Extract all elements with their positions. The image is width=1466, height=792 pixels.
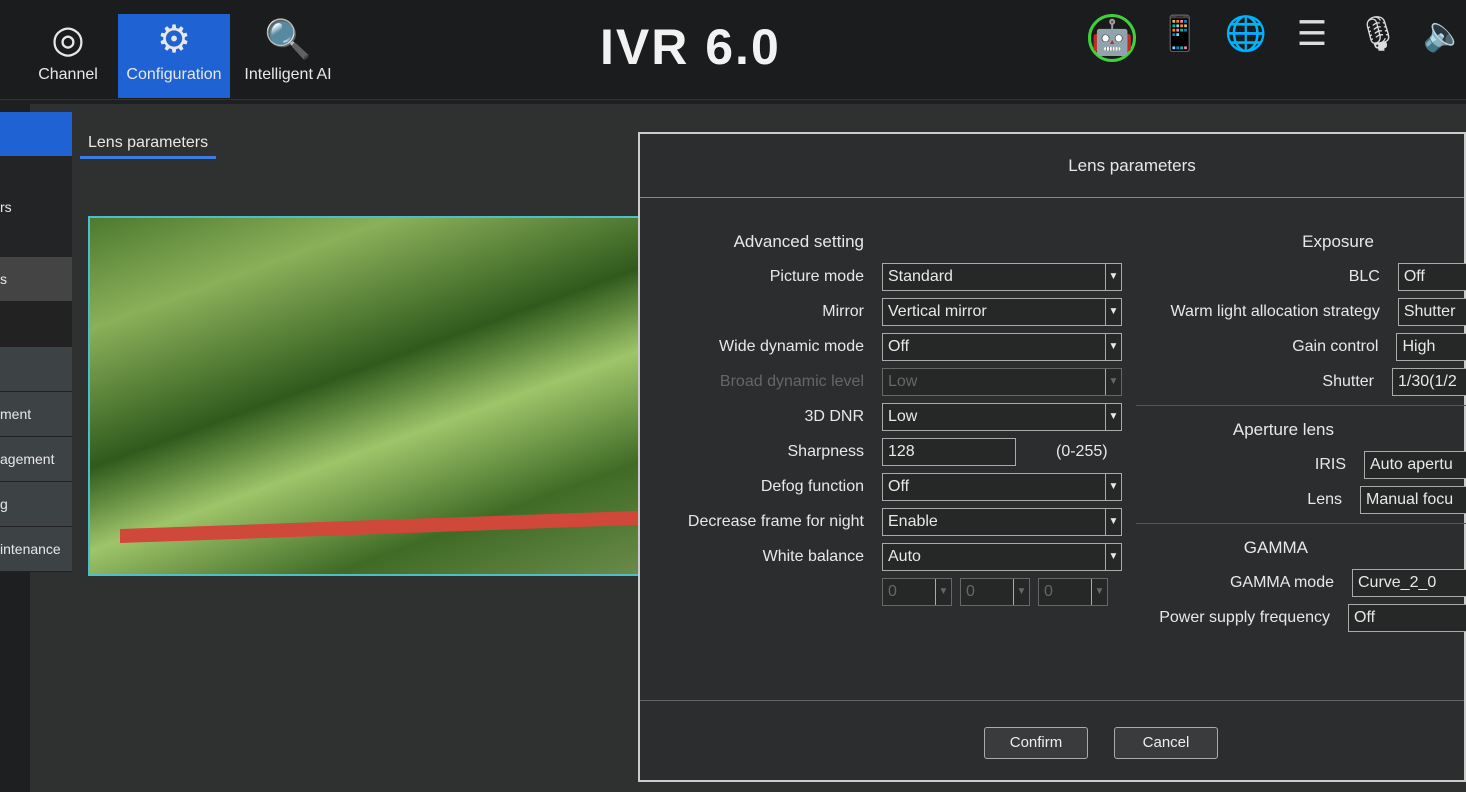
label: Shutter xyxy=(1322,372,1374,390)
sidebar-item[interactable]: ment xyxy=(0,392,72,437)
sidebar-item[interactable] xyxy=(0,112,72,157)
sidebar-item[interactable]: intenance xyxy=(0,527,72,572)
defog-select[interactable]: Off ▼ xyxy=(882,472,1122,501)
sidebar-item[interactable]: s xyxy=(0,257,72,302)
sliders-icon[interactable]: ☰ xyxy=(1290,14,1334,62)
chevron-down-icon: ▼ xyxy=(1105,298,1121,325)
chevron-down-icon: ▼ xyxy=(1013,578,1029,605)
3d-dnr-select[interactable]: Low ▼ xyxy=(882,402,1122,431)
chevron-down-icon: ▼ xyxy=(1105,473,1121,500)
tab-lens-parameters[interactable]: Lens parameters xyxy=(80,130,217,159)
value: Low xyxy=(888,407,918,425)
app-title: IVR 6.0 xyxy=(600,19,781,75)
chevron-down-icon: ▼ xyxy=(1105,543,1121,570)
sharpness-input[interactable]: 128 xyxy=(882,437,1016,466)
speaker-icon[interactable]: 🔈 xyxy=(1422,14,1466,62)
picture-mode-select[interactable]: Standard ▼ xyxy=(882,262,1122,291)
sidebar: rs s ment agement g intenance xyxy=(0,112,72,572)
value: 0 xyxy=(966,582,975,600)
section-aperture: Aperture lens xyxy=(1232,419,1334,439)
camera-add-icon: ◎ xyxy=(51,19,85,61)
label: Mirror xyxy=(822,302,864,320)
sidebar-item[interactable] xyxy=(0,347,72,392)
broad-dynamic-level-select: Low ▼ xyxy=(882,367,1122,396)
wb-red-select: 0 ▼ xyxy=(882,577,952,606)
dialog-title: Lens parameters xyxy=(640,134,1464,198)
android-icon[interactable]: 🤖 xyxy=(1088,14,1136,62)
dialog-footer: Confirm Cancel xyxy=(640,700,1464,780)
decrease-frame-night-select[interactable]: Enable ▼ xyxy=(882,507,1122,536)
value: 0 xyxy=(888,582,897,600)
section-exposure: Exposure xyxy=(1302,231,1374,251)
chevron-down-icon: ▼ xyxy=(1105,368,1121,395)
label: Wide dynamic mode xyxy=(719,337,864,355)
section-advanced: Advanced setting xyxy=(733,231,864,251)
wb-blue-select: 0 ▼ xyxy=(1038,577,1108,606)
white-balance-select[interactable]: Auto ▼ xyxy=(882,542,1122,571)
label: 3D DNR xyxy=(804,407,864,425)
nav-channel[interactable]: ◎ Channel xyxy=(12,14,124,98)
value: Low xyxy=(888,372,918,390)
sidebar-item[interactable]: g xyxy=(0,482,72,527)
value: Off xyxy=(888,477,910,495)
sharpness-range: (0-255) xyxy=(1056,442,1108,460)
label: GAMMA mode xyxy=(1229,573,1334,591)
sidebar-item[interactable]: agement xyxy=(0,437,72,482)
shutter-select[interactable]: 1/30(1/2 xyxy=(1392,367,1466,396)
chevron-down-icon: ▼ xyxy=(1105,508,1121,535)
label: White balance xyxy=(762,547,864,565)
confirm-button[interactable]: Confirm xyxy=(984,727,1088,759)
wb-green-select: 0 ▼ xyxy=(960,577,1030,606)
top-bar: ◎ Channel ⚙ Configuration 🔍 Intelligent AI … xyxy=(0,0,1466,100)
gamma-mode-select[interactable]: Curve_2_0 xyxy=(1352,568,1466,597)
value: 0 xyxy=(1044,582,1053,600)
label: BLC xyxy=(1348,267,1380,285)
nav-configuration[interactable]: ⚙ Configuration xyxy=(118,14,230,98)
lens-select[interactable]: Manual focu xyxy=(1360,485,1466,514)
nav-label: Configuration xyxy=(126,66,222,83)
chevron-down-icon: ▼ xyxy=(1105,403,1121,430)
label: Picture mode xyxy=(769,267,864,285)
label: Decrease frame for night xyxy=(687,512,864,530)
label: Sharpness xyxy=(787,442,865,460)
label: Broad dynamic level xyxy=(719,372,864,390)
sidebar-item[interactable]: rs xyxy=(0,157,72,257)
blc-select[interactable]: Off xyxy=(1397,262,1466,291)
value: Enable xyxy=(888,512,938,530)
section-gamma: GAMMA xyxy=(1243,537,1308,557)
value: Standard xyxy=(888,267,953,285)
label: Lens xyxy=(1307,490,1342,508)
wide-dynamic-select[interactable]: Off ▼ xyxy=(882,332,1122,361)
label: Defog function xyxy=(760,477,864,495)
value: Auto xyxy=(888,547,921,565)
chevron-down-icon: ▼ xyxy=(935,578,951,605)
value: Off xyxy=(888,337,910,355)
document-search-icon: 🔍 xyxy=(264,19,312,61)
camera-preview xyxy=(88,216,640,576)
label: IRIS xyxy=(1314,455,1346,473)
cancel-button[interactable]: Cancel xyxy=(1114,727,1218,759)
gain-control-select[interactable]: High xyxy=(1396,332,1466,361)
nav-intelligent-ai[interactable]: 🔍 Intelligent AI xyxy=(232,14,344,98)
nav-label: Intelligent AI xyxy=(244,66,332,83)
nav-label: Channel xyxy=(38,66,98,83)
sidebar-item[interactable] xyxy=(0,302,72,347)
gears-icon: ⚙ xyxy=(156,19,192,61)
warm-light-select[interactable]: Shutter xyxy=(1397,297,1466,326)
value: Vertical mirror xyxy=(888,302,987,320)
iris-select[interactable]: Auto apertu xyxy=(1364,450,1466,479)
chevron-down-icon: ▼ xyxy=(1105,263,1121,290)
label: Warm light allocation strategy xyxy=(1170,302,1380,320)
mirror-select[interactable]: Vertical mirror ▼ xyxy=(882,297,1122,326)
microphone-icon[interactable]: 🎙 xyxy=(1356,14,1400,62)
chevron-down-icon: ▼ xyxy=(1105,333,1121,360)
label: Power supply frequency xyxy=(1159,608,1330,626)
chevron-down-icon: ▼ xyxy=(1091,578,1107,605)
phone-check-icon[interactable]: 📱 xyxy=(1158,14,1202,62)
lens-parameters-dialog: Lens parameters Advanced setting Picture… xyxy=(638,132,1466,782)
label: Gain control xyxy=(1292,337,1379,355)
power-frequency-select[interactable]: Off xyxy=(1348,603,1466,632)
globe-check-icon[interactable]: 🌐 xyxy=(1224,14,1268,62)
